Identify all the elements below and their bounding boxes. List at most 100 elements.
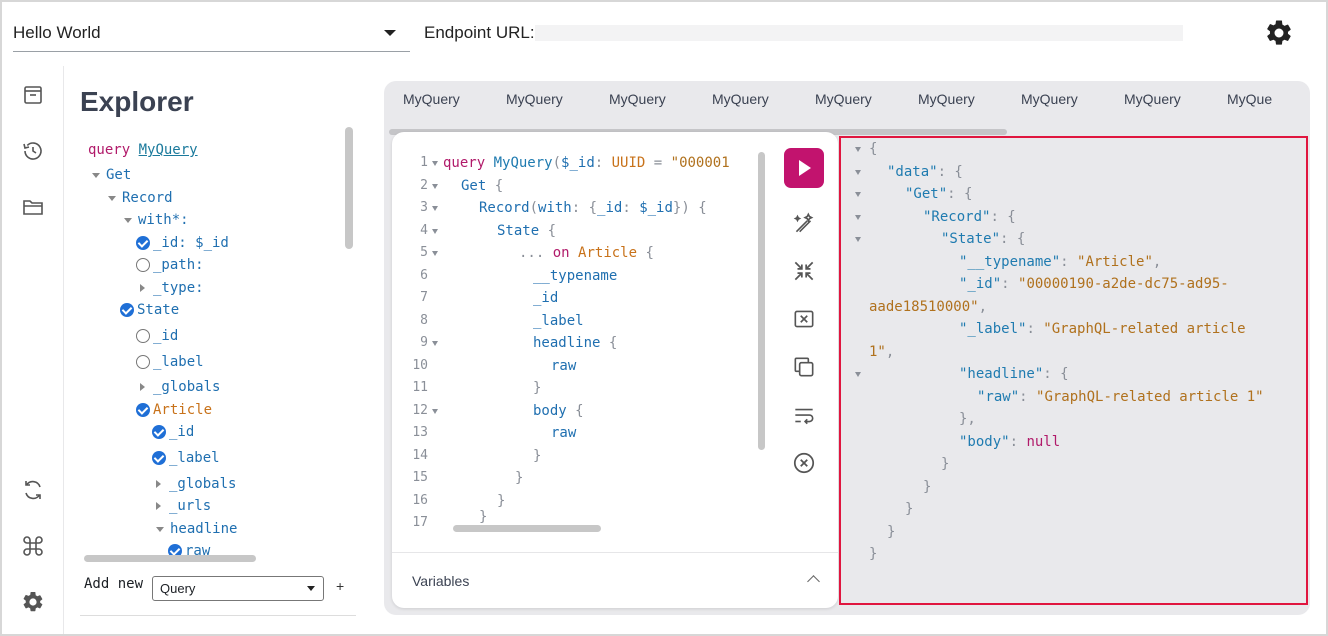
caret-right-icon	[156, 502, 161, 510]
divider	[392, 552, 838, 553]
tree-item[interactable]: Article	[136, 400, 212, 420]
line-number: 2	[420, 178, 428, 193]
collapse-icon[interactable]	[791, 306, 817, 332]
tree-item[interactable]: State	[120, 300, 179, 320]
wrap-icon[interactable]	[791, 402, 817, 428]
tree-item-label: _path:	[153, 257, 204, 273]
add-new-select-value: Query	[160, 581, 196, 596]
result-line: "raw": "GraphQL-related article 1"	[977, 389, 1264, 405]
tree-item-label: Record	[122, 190, 173, 206]
fold-icon[interactable]	[855, 215, 861, 220]
folder-icon[interactable]	[21, 195, 45, 219]
tree-item[interactable]: _globals	[140, 377, 220, 397]
tab-query[interactable]: MyQuery	[815, 91, 872, 107]
fold-icon[interactable]	[855, 237, 861, 242]
editor-vertical-scrollbar[interactable]	[758, 152, 765, 450]
line-number: 11	[412, 380, 428, 395]
tree-item[interactable]: _id	[152, 422, 194, 442]
tab-query[interactable]: MyQue	[1227, 91, 1272, 107]
editor-horizontal-scrollbar[interactable]	[453, 525, 601, 532]
line-number: 6	[420, 268, 428, 283]
copy-icon[interactable]	[791, 354, 817, 380]
result-pane[interactable]: { "data": { "Get": { "Record": { "State"…	[839, 136, 1308, 605]
tree-item[interactable]: _id	[136, 326, 178, 346]
tab-query[interactable]: MyQuery	[403, 91, 460, 107]
code-token: MyQuery	[493, 155, 553, 171]
fold-icon[interactable]	[432, 229, 438, 234]
add-new-label: Add new	[84, 576, 144, 592]
fold-icon[interactable]	[855, 192, 861, 197]
checked-icon[interactable]	[152, 425, 166, 439]
fold-icon[interactable]	[432, 161, 438, 166]
caret-down-icon	[92, 172, 100, 178]
unchecked-icon[interactable]	[136, 329, 150, 343]
history-icon[interactable]	[21, 139, 45, 163]
checked-icon[interactable]	[120, 303, 134, 317]
tab-query[interactable]: MyQuery	[918, 91, 975, 107]
refresh-icon[interactable]	[21, 478, 45, 502]
fold-icon[interactable]	[432, 251, 438, 256]
tree-item-label: _globals	[153, 379, 221, 395]
tree-item[interactable]: Get	[92, 165, 131, 185]
tree-item-label: State	[137, 302, 180, 318]
line-number: 5	[420, 245, 428, 260]
tree-item[interactable]: _urls	[156, 496, 211, 516]
tab-query[interactable]: MyQuery	[712, 91, 769, 107]
explorer-vertical-scrollbar[interactable]	[345, 127, 353, 249]
run-query-button[interactable]	[784, 148, 824, 188]
caret-down-icon	[124, 217, 132, 223]
result-line: aade18510000",	[869, 299, 988, 315]
tree-item[interactable]: _globals	[156, 474, 236, 494]
tree-item-label: headline	[170, 521, 238, 537]
add-operation-button[interactable]: +	[336, 578, 344, 594]
tree-item[interactable]: headline	[156, 519, 237, 539]
prettify-icon[interactable]	[791, 210, 817, 236]
tree-item-label: _label	[169, 450, 220, 466]
caret-down-icon	[108, 195, 116, 201]
tree-item[interactable]: with*:	[124, 210, 189, 230]
checked-icon[interactable]	[152, 451, 166, 465]
project-selector[interactable]: Hello World	[13, 16, 410, 52]
fold-icon[interactable]	[432, 409, 438, 414]
fold-icon[interactable]	[855, 147, 861, 152]
fold-icon[interactable]	[855, 170, 861, 175]
unchecked-icon[interactable]	[136, 355, 150, 369]
query-code[interactable]: 1 query MyQuery($_id: UUID = "000001 2 Get…	[392, 152, 762, 532]
tab-query[interactable]: MyQuery	[1124, 91, 1181, 107]
merge-icon[interactable]	[791, 258, 817, 284]
checked-icon[interactable]	[136, 403, 150, 417]
fold-icon[interactable]	[432, 184, 438, 189]
settings-icon[interactable]	[21, 590, 45, 614]
tab-query[interactable]: MyQuery	[609, 91, 666, 107]
result-line: "_label": "GraphQL-related article	[959, 321, 1246, 337]
chevron-up-icon[interactable]	[807, 575, 820, 588]
command-icon[interactable]	[21, 534, 45, 558]
tree-item[interactable]: _type:	[140, 278, 204, 298]
explorer-tree: query MyQuery Get Record with*: _id: $_i…	[80, 126, 356, 616]
tab-query[interactable]: MyQuery	[1021, 91, 1078, 107]
line-number: 3	[420, 200, 428, 215]
fold-icon[interactable]	[432, 206, 438, 211]
settings-gear-icon[interactable]	[1264, 18, 1294, 48]
checked-icon[interactable]	[136, 236, 150, 250]
close-circle-icon[interactable]	[791, 450, 817, 476]
add-new-operation-select[interactable]: Query	[152, 576, 324, 601]
top-bar: Hello World Endpoint URL:	[0, 0, 1328, 66]
fold-icon[interactable]	[432, 341, 438, 346]
query-name[interactable]: MyQuery	[139, 142, 198, 158]
variables-tab[interactable]: Variables	[412, 573, 469, 589]
result-line: }	[887, 524, 896, 540]
tree-item[interactable]: _label	[152, 448, 220, 468]
fold-icon[interactable]	[855, 372, 861, 377]
endpoint-url-input[interactable]	[535, 25, 1183, 41]
query-editor[interactable]: 1 query MyQuery($_id: UUID = "000001 2 Get…	[392, 132, 838, 608]
archive-icon[interactable]	[21, 83, 45, 107]
tree-item[interactable]: _id: $_id	[136, 233, 229, 253]
tree-item[interactable]: _label	[136, 352, 204, 372]
unchecked-icon[interactable]	[136, 258, 150, 272]
result-line: }	[923, 479, 932, 495]
tree-item[interactable]: Record	[108, 188, 173, 208]
tab-query[interactable]: MyQuery	[506, 91, 563, 107]
explorer-horizontal-scrollbar[interactable]	[84, 555, 256, 562]
tree-item[interactable]: _path:	[136, 255, 204, 275]
